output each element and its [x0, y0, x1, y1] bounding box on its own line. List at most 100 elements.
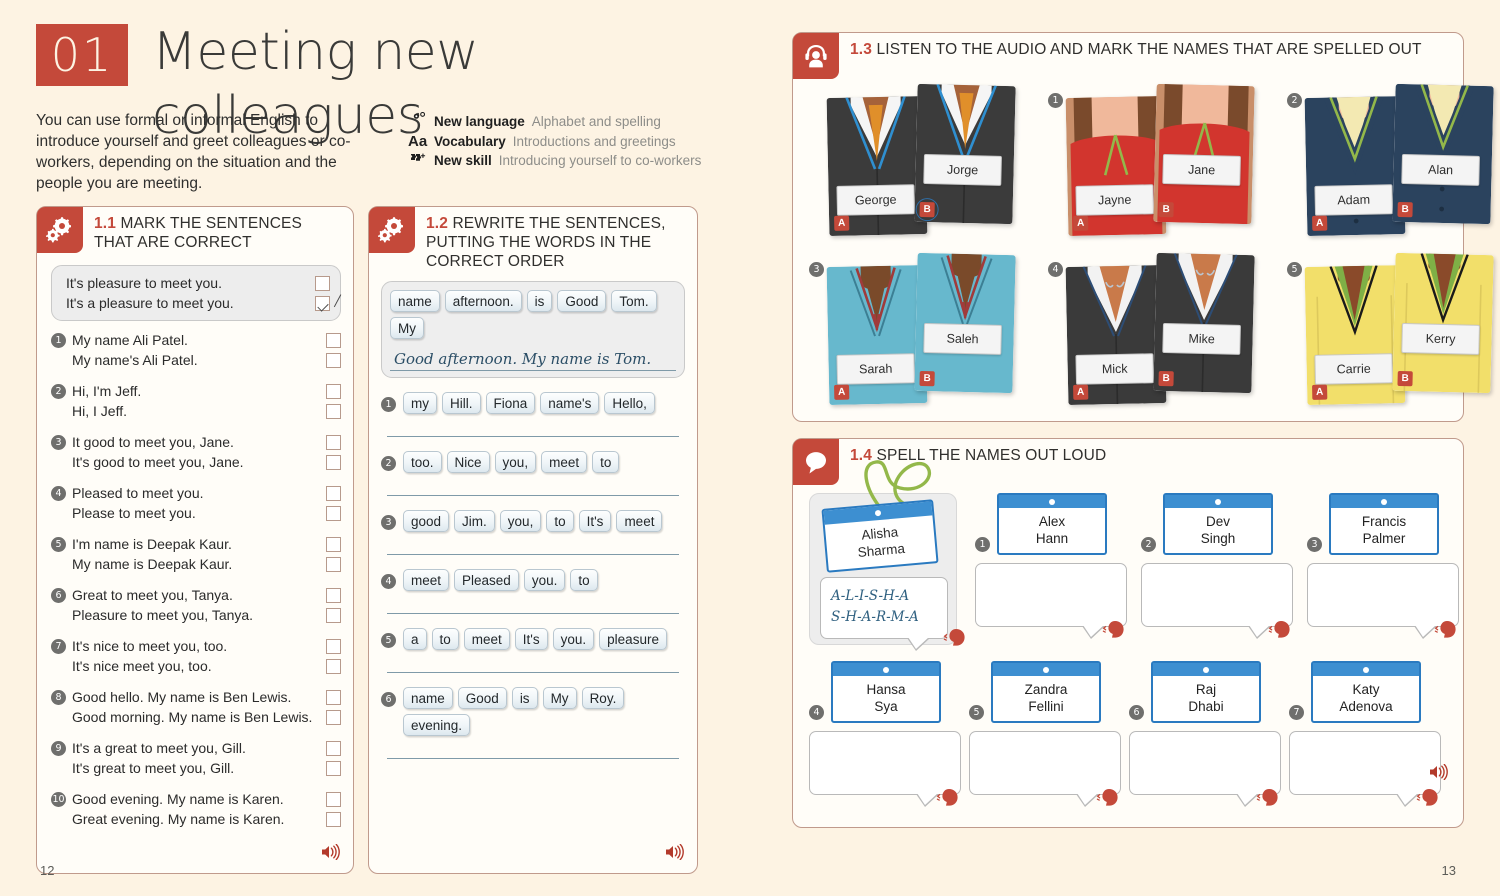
option-a[interactable]: It's a great to meet you, Gill. — [72, 738, 341, 758]
word-chip[interactable]: Hill. — [442, 392, 481, 414]
word-chip[interactable]: Nice — [446, 451, 490, 473]
word-chip[interactable]: name — [390, 290, 440, 312]
word-chip[interactable]: Fiona — [485, 392, 536, 414]
word-chip[interactable]: you, — [494, 451, 537, 473]
option-b-marker[interactable]: B — [1397, 201, 1413, 218]
checkbox[interactable] — [326, 760, 341, 776]
option-a-marker[interactable]: A — [1312, 215, 1328, 231]
option-b-marker[interactable]: B — [1397, 370, 1413, 387]
word-chip[interactable]: evening. — [403, 714, 471, 736]
checkbox[interactable] — [326, 556, 341, 572]
word-chip[interactable]: a — [403, 628, 427, 650]
checkbox[interactable] — [326, 689, 341, 705]
option-a[interactable]: Pleased to meet you. — [72, 483, 341, 503]
speaker-icon[interactable] — [1429, 763, 1449, 785]
badge-card-a[interactable]: Adam A — [1304, 95, 1406, 237]
word-chip[interactable]: my — [403, 392, 437, 414]
word-chip[interactable]: meet — [541, 451, 588, 473]
speaker-icon[interactable] — [321, 843, 341, 865]
option-a[interactable]: I'm name is Deepak Kaur. — [72, 534, 341, 554]
word-chip[interactable]: It's — [578, 510, 612, 532]
checkbox[interactable] — [326, 505, 341, 521]
option-a[interactable]: Hi, I'm Jeff. — [72, 381, 341, 401]
option-b[interactable]: It's great to meet you, Gill. — [72, 758, 341, 778]
badge-card-b[interactable]: Alan B — [1392, 83, 1494, 225]
option-a[interactable]: Good evening. My name is Karen. — [72, 789, 341, 809]
answer-speech-bubble[interactable] — [975, 563, 1127, 639]
checkbox[interactable] — [326, 791, 341, 807]
option-b[interactable]: My name's Ali Patel. — [72, 350, 341, 370]
word-chip[interactable]: meet — [463, 628, 510, 650]
word-chip[interactable]: pleasure — [599, 628, 667, 650]
answer-blank-line[interactable] — [387, 554, 679, 555]
answer-blank-line[interactable] — [387, 672, 679, 673]
answer-speech-bubble[interactable] — [1289, 731, 1441, 807]
option-a-marker[interactable]: A — [834, 384, 850, 400]
badge-card-b[interactable]: Mike B — [1153, 252, 1255, 394]
badge-card-b[interactable]: Saleh B — [914, 252, 1016, 394]
option-a[interactable]: My name Ali Patel. — [72, 330, 341, 350]
checkbox[interactable] — [326, 638, 341, 654]
checkbox[interactable] — [326, 403, 341, 419]
word-chip[interactable]: meet — [616, 510, 663, 532]
checkbox-checked[interactable] — [315, 295, 330, 311]
option-b[interactable]: Good morning. My name is Ben Lewis. — [72, 707, 341, 727]
checkbox[interactable] — [326, 811, 341, 827]
option-b[interactable]: Hi, I Jeff. — [72, 401, 341, 421]
word-chip[interactable]: My — [390, 317, 424, 339]
option-a-marker[interactable]: A — [1312, 384, 1328, 400]
badge-card-a[interactable]: Sarah A — [826, 264, 928, 406]
checkbox[interactable] — [326, 658, 341, 674]
option-b[interactable]: It's nice meet you, too. — [72, 656, 341, 676]
option-b[interactable]: My name is Deepak Kaur. — [72, 554, 341, 574]
option-b-marker[interactable]: B — [1158, 370, 1174, 387]
word-chip[interactable]: Hello, — [604, 392, 655, 414]
option-b[interactable]: It's good to meet you, Jane. — [72, 452, 341, 472]
answer-blank-line[interactable] — [387, 758, 679, 759]
option-b-marker[interactable]: B — [919, 201, 935, 218]
word-chip[interactable]: My — [542, 687, 577, 709]
word-chip[interactable]: Roy. — [581, 687, 625, 709]
answer-speech-bubble[interactable] — [1129, 731, 1281, 807]
word-chip[interactable]: Jim. — [454, 510, 495, 532]
checkbox[interactable] — [326, 740, 341, 756]
badge-card-b[interactable]: Jorge B — [914, 83, 1016, 225]
checkbox[interactable] — [326, 332, 341, 348]
checkbox[interactable] — [326, 352, 341, 368]
speaker-icon[interactable] — [665, 843, 685, 865]
option-b-marker[interactable]: B — [919, 370, 935, 387]
checkbox[interactable] — [326, 709, 341, 725]
badge-card-a[interactable]: Mick A — [1065, 264, 1167, 406]
answer-blank-line[interactable] — [387, 495, 679, 496]
answer-speech-bubble[interactable] — [1141, 563, 1293, 639]
answer-speech-bubble[interactable] — [969, 731, 1121, 807]
option-b-marker[interactable]: B — [1158, 201, 1174, 218]
badge-card-a[interactable]: Jayne A — [1065, 95, 1167, 237]
badge-card-b[interactable]: Kerry B — [1392, 252, 1494, 394]
word-chip[interactable]: Tom. — [611, 290, 657, 312]
word-chip[interactable]: It's — [514, 628, 548, 650]
word-chip[interactable]: to — [592, 451, 620, 473]
word-chip[interactable]: to — [431, 628, 459, 650]
word-chip[interactable]: name — [403, 687, 453, 709]
option-a-marker[interactable]: A — [1073, 384, 1089, 400]
word-chip[interactable]: you. — [523, 569, 566, 591]
word-chip[interactable]: Good — [457, 687, 507, 709]
badge-card-b[interactable]: Jane B — [1153, 83, 1255, 225]
word-chip[interactable]: you. — [552, 628, 595, 650]
checkbox[interactable] — [326, 485, 341, 501]
checkbox[interactable] — [326, 536, 341, 552]
option-b[interactable]: Please to meet you. — [72, 503, 341, 523]
option-a-marker[interactable]: A — [834, 215, 850, 231]
word-chip[interactable]: good — [403, 510, 450, 532]
word-chip[interactable]: Good — [557, 290, 607, 312]
badge-card-a[interactable]: George A — [826, 95, 928, 237]
option-b[interactable]: Great evening. My name is Karen. — [72, 809, 341, 829]
word-chip[interactable]: name's — [540, 392, 600, 414]
option-a-marker[interactable]: A — [1073, 215, 1089, 231]
checkbox[interactable] — [326, 607, 341, 623]
example-option-b[interactable]: It's a pleasure to meet you. — [66, 293, 330, 313]
option-a[interactable]: It's nice to meet you, too. — [72, 636, 341, 656]
word-chip[interactable]: is — [526, 290, 553, 312]
word-chip[interactable]: Pleased — [454, 569, 519, 591]
